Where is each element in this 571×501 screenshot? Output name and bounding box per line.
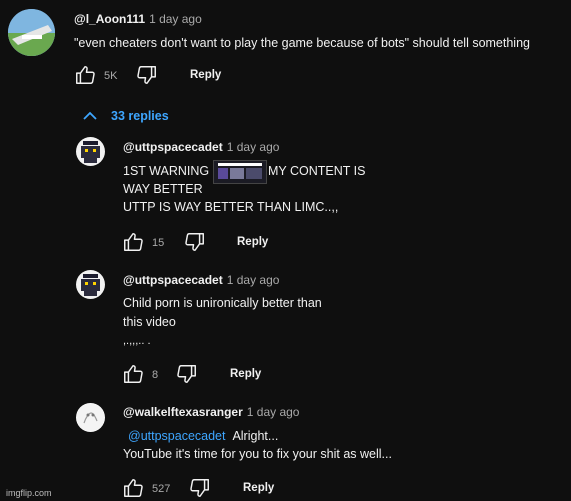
avatar[interactable] (76, 403, 105, 432)
watermark: imgflip.com (6, 488, 52, 498)
avatar[interactable] (76, 137, 105, 166)
comment-text: Alright... (232, 429, 279, 443)
dislike-icon[interactable] (136, 64, 158, 86)
like-count: 15 (152, 237, 165, 249)
like-icon[interactable] (122, 231, 144, 253)
like-count: 5K (104, 70, 118, 82)
comment-text-line: @uttpspacecadet Alright... (128, 428, 278, 445)
like-count: 8 (152, 369, 159, 381)
comment-header: @uttpspacecadet 1 day ago (123, 273, 279, 287)
reply-button[interactable]: Reply (190, 69, 221, 81)
dislike-icon[interactable] (184, 231, 206, 253)
like-count: 527 (152, 483, 171, 495)
comment-text-line: UTTP IS WAY BETTER THAN LIMC..,, (123, 200, 339, 214)
reply-button[interactable]: Reply (230, 368, 261, 380)
comment-text-line: WAY BETTER (123, 182, 203, 196)
comment-text: "even cheaters don't want to play the ga… (74, 36, 530, 50)
comment-text-line: 1ST WARNING (123, 164, 210, 178)
comment-time[interactable]: 1 day ago (247, 405, 300, 419)
comment-time[interactable]: 1 day ago (227, 273, 280, 287)
chevron-up-icon (82, 109, 98, 123)
like-icon[interactable] (74, 64, 96, 86)
mention-link[interactable]: @uttpspacecadet (128, 429, 225, 443)
comment-author[interactable]: @l_Aoon111 (74, 12, 145, 26)
reply-button[interactable]: Reply (237, 236, 268, 248)
comment-author[interactable]: @uttpspacecadet (123, 273, 223, 287)
comment-text-line: MY CONTENT IS (268, 164, 366, 178)
replies-count-label[interactable]: 33 replies (111, 109, 169, 123)
avatar[interactable] (8, 9, 55, 56)
comment-text-line: ,.,,,.. . (123, 335, 151, 347)
embedded-sticker-image (213, 160, 267, 184)
replies-toggle[interactable]: 33 replies (82, 109, 169, 123)
dislike-icon[interactable] (176, 363, 198, 385)
like-icon[interactable] (122, 363, 144, 385)
comment-time[interactable]: 1 day ago (227, 140, 280, 154)
reply-button[interactable]: Reply (243, 482, 274, 494)
comment-author[interactable]: @walkelftexasranger (123, 405, 243, 419)
avatar[interactable] (76, 270, 105, 299)
comment-text-line: Child porn is unironically better than (123, 296, 322, 310)
dislike-icon[interactable] (189, 477, 211, 499)
comment-header: @walkelftexasranger 1 day ago (123, 405, 299, 419)
like-icon[interactable] (122, 477, 144, 499)
comment-header: @l_Aoon111 1 day ago (74, 12, 202, 26)
comment-time[interactable]: 1 day ago (149, 12, 202, 26)
comment-header: @uttpspacecadet 1 day ago (123, 140, 279, 154)
comment-text-line: YouTube it's time for you to fix your sh… (123, 447, 392, 461)
comment-text-line: this video (123, 315, 176, 329)
comment-author[interactable]: @uttpspacecadet (123, 140, 223, 154)
